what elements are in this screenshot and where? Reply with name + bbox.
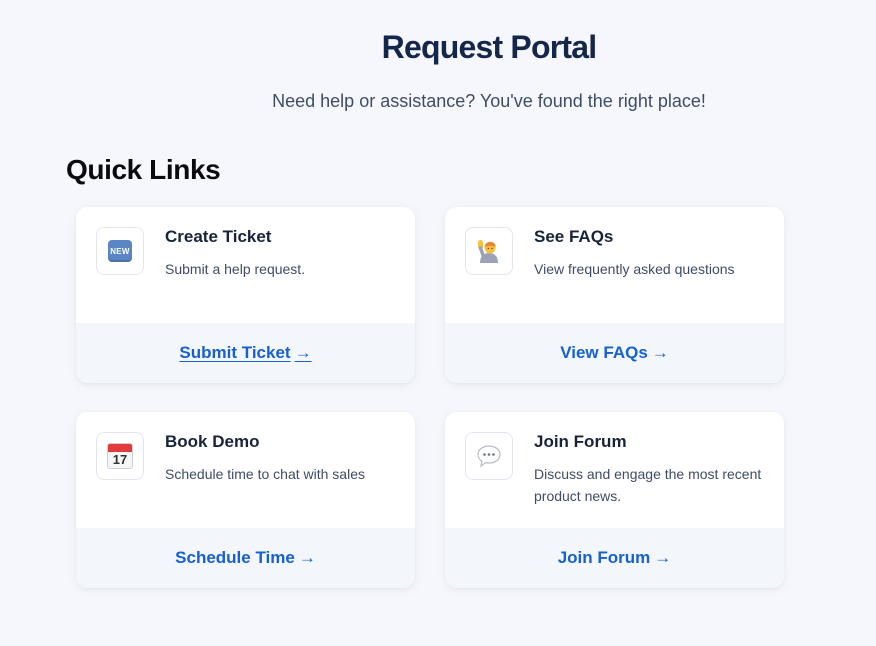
calendar-header xyxy=(108,444,132,452)
join-forum-card: Join Forum Discuss and engage the most r… xyxy=(445,412,784,588)
arrow-right-icon: → xyxy=(294,343,312,362)
book-demo-card: 17 Book Demo Schedule time to chat with … xyxy=(76,412,415,588)
link-label: Submit Ticket xyxy=(179,343,291,362)
create-ticket-card: NEW Create Ticket Submit a help request.… xyxy=(76,207,415,383)
card-description: Submit a help request. xyxy=(165,261,306,277)
card-title: Book Demo xyxy=(165,432,260,451)
card-footer: Join Forum → xyxy=(445,528,784,588)
card-description: Schedule time to chat with sales xyxy=(165,466,365,482)
see-faqs-card: See FAQs View frequently asked questions… xyxy=(445,207,784,383)
card-body: NEW Create Ticket Submit a help request. xyxy=(76,207,415,323)
card-icon-box: NEW xyxy=(96,227,144,275)
card-title: See FAQs xyxy=(534,227,614,246)
submit-ticket-link[interactable]: Submit Ticket → xyxy=(179,343,311,363)
card-title: Join Forum xyxy=(534,432,627,451)
card-body: 17 Book Demo Schedule time to chat with … xyxy=(76,412,415,528)
card-body: See FAQs View frequently asked questions xyxy=(445,207,784,323)
join-forum-link[interactable]: Join Forum → xyxy=(558,548,672,568)
card-footer: View FAQs → xyxy=(445,323,784,383)
page-subtitle: Need help or assistance? You've found th… xyxy=(272,91,706,111)
calendar-icon: 17 xyxy=(107,443,133,469)
card-footer: Submit Ticket → xyxy=(76,323,415,383)
speech-bubble-icon xyxy=(477,445,501,468)
card-description: View frequently asked questions xyxy=(534,261,735,277)
arrow-right-icon: → xyxy=(654,548,672,567)
calendar-day: 17 xyxy=(112,452,128,467)
link-label: View FAQs xyxy=(560,343,648,362)
link-label: Join Forum xyxy=(557,548,651,567)
card-icon-box xyxy=(465,432,513,480)
page-title: Request Portal xyxy=(381,29,597,65)
card-icon-box xyxy=(465,227,513,275)
new-badge-text: NEW xyxy=(110,246,130,256)
card-description: Discuss and engage the most recent produ… xyxy=(534,466,762,504)
view-faqs-link[interactable]: View FAQs → xyxy=(560,343,669,363)
card-footer: Schedule Time → xyxy=(76,528,415,588)
card-icon-box: 17 xyxy=(96,432,144,480)
arrow-right-icon: → xyxy=(298,548,316,567)
person-raising-hand-icon xyxy=(478,240,498,263)
link-label: Schedule Time xyxy=(175,548,295,567)
card-body: Join Forum Discuss and engage the most r… xyxy=(445,412,784,528)
arrow-right-icon: → xyxy=(651,343,669,362)
new-badge-icon: NEW xyxy=(108,240,132,262)
card-title: Create Ticket xyxy=(165,227,272,246)
quick-links-heading: Quick Links xyxy=(66,154,221,185)
schedule-time-link[interactable]: Schedule Time → xyxy=(175,548,316,568)
